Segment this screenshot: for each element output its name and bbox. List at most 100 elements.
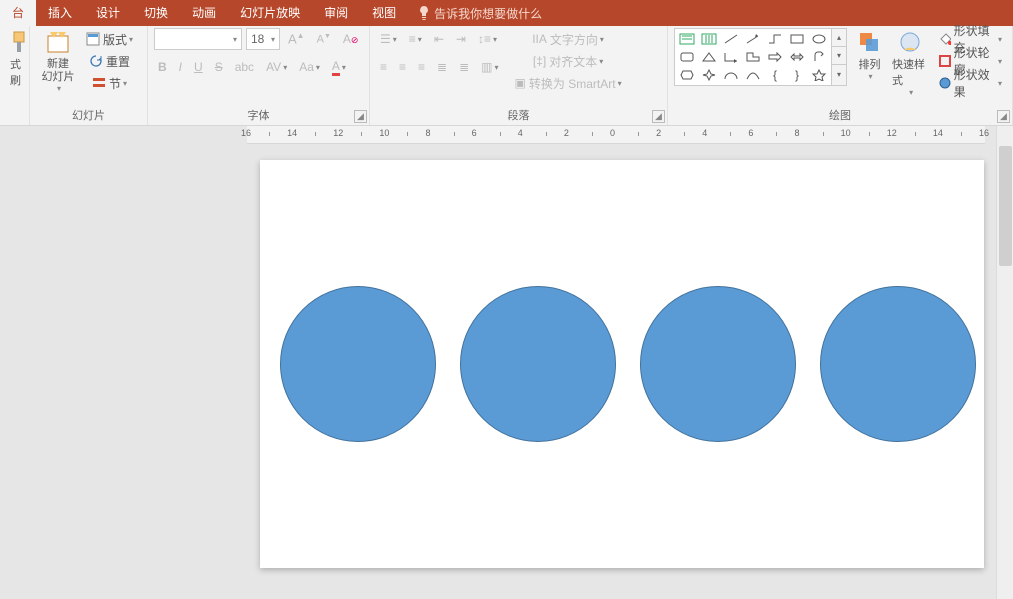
bold-button[interactable]: B: [154, 56, 171, 78]
gallery-up-icon[interactable]: ▴: [832, 29, 846, 47]
font-dialog-launcher[interactable]: ◢: [354, 110, 367, 123]
oval-shape[interactable]: [460, 286, 616, 442]
line-spacing-button[interactable]: ↕≡▾: [474, 28, 501, 50]
slide-canvas[interactable]: [260, 160, 984, 568]
shape-arrow[interactable]: [765, 49, 785, 65]
bullets-button[interactable]: ☰▾: [376, 28, 401, 50]
new-slide-icon: [44, 30, 72, 58]
shape-arc[interactable]: [721, 67, 741, 83]
tab-design[interactable]: 设计: [84, 0, 132, 26]
shape-doublearrow[interactable]: [787, 49, 807, 65]
shape-triangle[interactable]: [699, 49, 719, 65]
change-case-button[interactable]: Aa▾: [295, 56, 324, 78]
drawing-dialog-launcher[interactable]: ◢: [997, 110, 1010, 123]
ruler-tick: 6: [748, 128, 753, 138]
chevron-down-icon: ▾: [342, 63, 346, 72]
italic-button[interactable]: I: [175, 56, 186, 78]
group-label-paragraph: 段落: [376, 105, 661, 125]
shape-rect[interactable]: [787, 31, 807, 47]
new-slide-label: 新建 幻灯片: [42, 58, 75, 84]
align-left-button[interactable]: ≡: [376, 56, 391, 78]
shape-hexagon[interactable]: [677, 67, 697, 83]
font-color-button[interactable]: A▾: [328, 56, 350, 78]
shape-star[interactable]: [809, 67, 829, 83]
align-text-button[interactable]: [‡] 对齐文本▾: [511, 50, 626, 72]
gallery-more-icon[interactable]: ▾: [832, 65, 846, 83]
brace-left-icon: {: [773, 68, 777, 82]
tab-slideshow[interactable]: 幻灯片放映: [228, 0, 312, 26]
gallery-down-icon[interactable]: ▾: [832, 47, 846, 65]
ruler-tick: 14: [933, 128, 943, 138]
underline-button[interactable]: U: [190, 56, 207, 78]
shape-line[interactable]: [721, 31, 741, 47]
section-button[interactable]: 节▾: [82, 72, 137, 94]
tab-review[interactable]: 审阅: [312, 0, 360, 26]
shape-curve[interactable]: [743, 67, 763, 83]
ruler-tick: 10: [841, 128, 851, 138]
shape-brace-left[interactable]: {: [765, 67, 785, 83]
format-painter-button[interactable]: 式刷: [6, 28, 32, 90]
increase-font-icon: A▲: [288, 31, 305, 46]
tab-insert[interactable]: 插入: [36, 0, 84, 26]
increase-indent-button[interactable]: ⇥: [452, 28, 470, 50]
font-name-selector[interactable]: ▾: [154, 28, 242, 50]
char-spacing-button[interactable]: AV▾: [262, 56, 291, 78]
justify-button[interactable]: ≣: [433, 56, 451, 78]
align-right-button[interactable]: ≡: [414, 56, 429, 78]
align-right-icon: ≡: [418, 60, 425, 74]
shape-brace-right[interactable]: }: [787, 67, 807, 83]
decrease-font-button[interactable]: A▼: [313, 28, 335, 50]
shape-l-shape[interactable]: [743, 49, 763, 65]
oval-shape[interactable]: [280, 286, 436, 442]
numbering-button[interactable]: ≡▾: [405, 28, 426, 50]
oval-shape[interactable]: [820, 286, 976, 442]
shape-effects-button[interactable]: 形状效果▾: [934, 72, 1006, 94]
strikethrough-button[interactable]: S: [211, 56, 227, 78]
tab-transitions[interactable]: 切换: [132, 0, 180, 26]
tell-me-search[interactable]: 告诉我你想要做什么: [418, 5, 542, 22]
shape-vtextbox[interactable]: [699, 31, 719, 47]
new-slide-button[interactable]: 新建 幻灯片 ▾: [36, 28, 80, 95]
work-area: 1614121086420246810121416: [0, 126, 1013, 599]
layout-button[interactable]: 版式▾: [82, 28, 137, 50]
tab-home-partial[interactable]: 台: [0, 0, 36, 26]
shapes-gallery[interactable]: { }: [674, 28, 832, 86]
align-center-button[interactable]: ≡: [395, 56, 410, 78]
reset-button[interactable]: 重置: [82, 50, 137, 72]
group-label-font: 字体: [154, 105, 363, 125]
shapes-gallery-scroll[interactable]: ▴ ▾ ▾: [832, 28, 847, 86]
canvas-zone[interactable]: 1614121086420246810121416: [0, 126, 1013, 599]
shape-l-arrow[interactable]: [721, 49, 741, 65]
paragraph-dialog-launcher[interactable]: ◢: [652, 110, 665, 123]
chevron-down-icon: ▾: [283, 63, 287, 72]
ruler-tick: 8: [795, 128, 800, 138]
text-direction-button[interactable]: IIA 文字方向▾: [511, 28, 626, 50]
clear-formatting-button[interactable]: A⊘: [339, 28, 363, 50]
quick-styles-icon: [897, 30, 923, 56]
shape-star4[interactable]: [699, 67, 719, 83]
oval-shape[interactable]: [640, 286, 796, 442]
text-shadow-button[interactable]: abc: [231, 56, 258, 78]
strike-icon: S: [215, 60, 223, 74]
tab-view[interactable]: 视图: [360, 0, 408, 26]
shape-connector[interactable]: [765, 31, 785, 47]
decrease-indent-button[interactable]: ⇤: [430, 28, 448, 50]
scrollbar-thumb[interactable]: [999, 146, 1012, 266]
font-size-selector[interactable]: 18▾: [246, 28, 280, 50]
shape-oval[interactable]: [809, 31, 829, 47]
columns-button[interactable]: ▥▾: [477, 56, 502, 78]
vertical-scrollbar[interactable]: [996, 126, 1013, 599]
quick-styles-button[interactable]: 快速样式 ▾: [888, 28, 932, 99]
shape-turn-arrow[interactable]: [809, 49, 829, 65]
convert-smartart-button[interactable]: ▣ 转换为 SmartArt▾: [511, 72, 626, 94]
increase-font-button[interactable]: A▲: [284, 28, 309, 50]
shape-textbox[interactable]: [677, 31, 697, 47]
tell-me-label: 告诉我你想要做什么: [434, 5, 542, 22]
tab-animations[interactable]: 动画: [180, 0, 228, 26]
arrange-button[interactable]: 排列 ▾: [851, 28, 888, 83]
shape-arrow-line[interactable]: [743, 31, 763, 47]
shape-roundrect[interactable]: [677, 49, 697, 65]
distribute-icon: ≣: [459, 60, 469, 74]
distribute-button[interactable]: ≣: [455, 56, 473, 78]
chevron-down-icon: ▾: [869, 72, 873, 81]
